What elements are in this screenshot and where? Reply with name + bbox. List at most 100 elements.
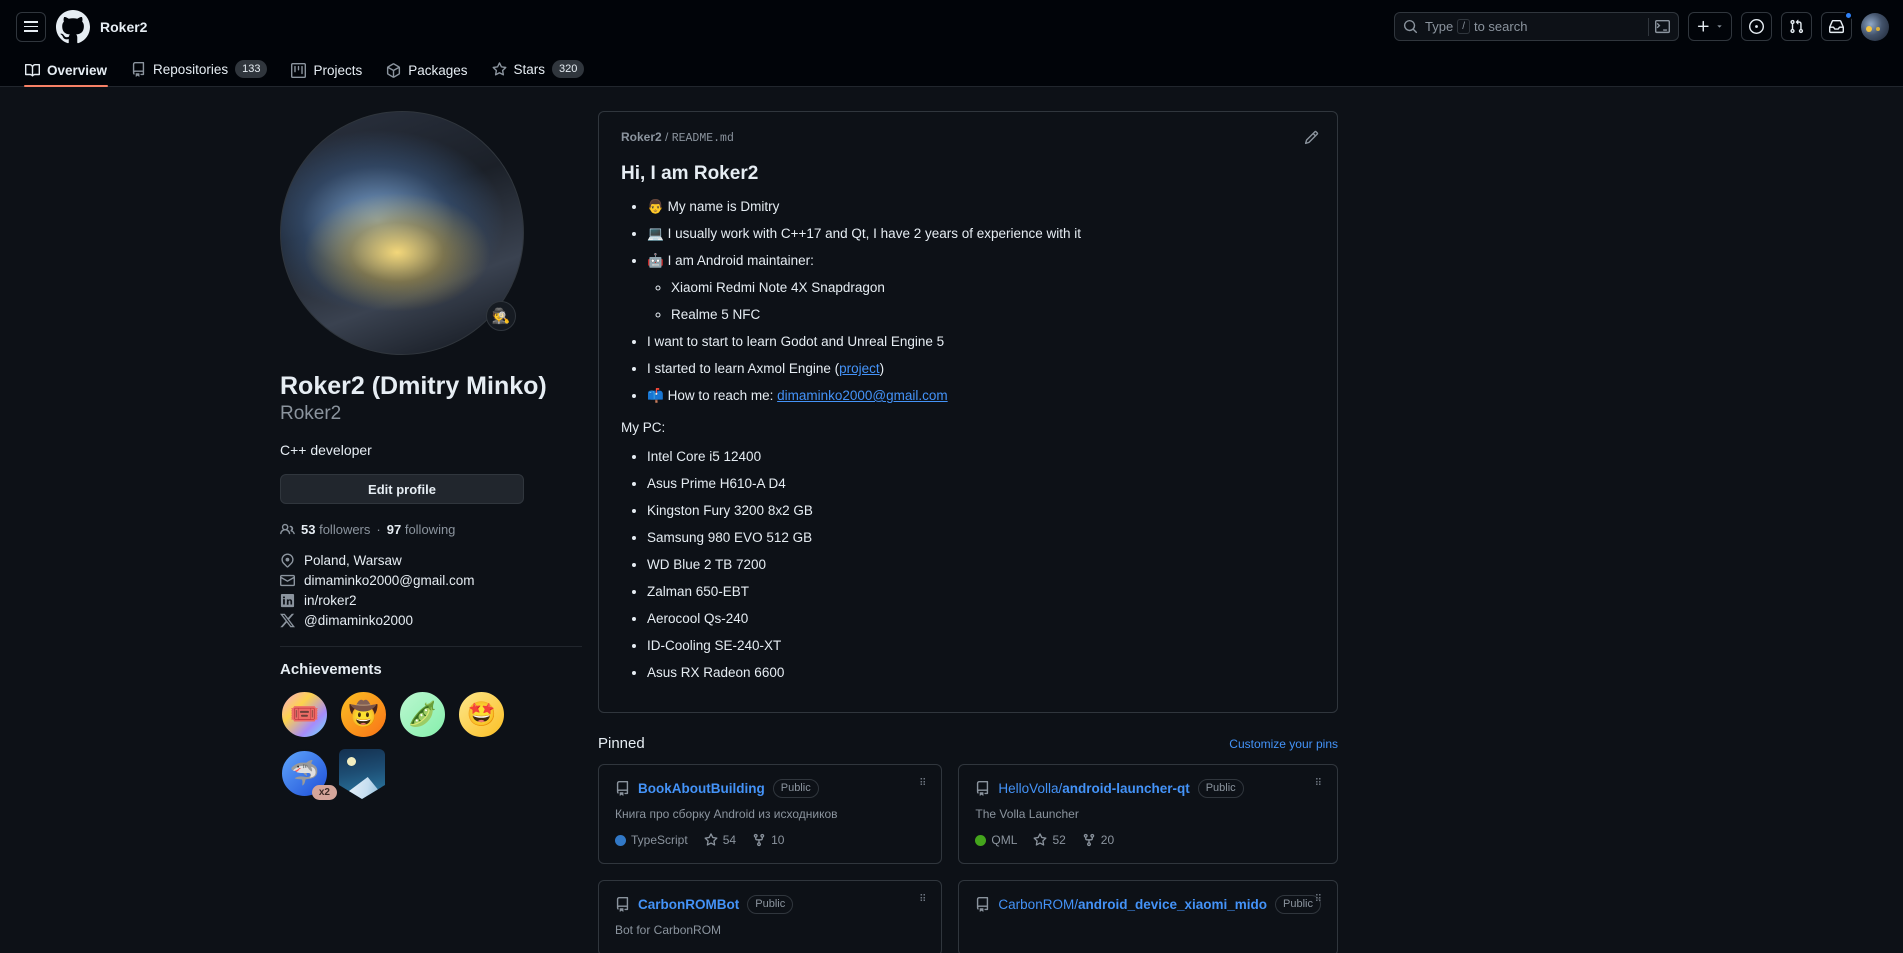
pinned-card: BookAboutBuilding Public ⠿ Книга про сбо… bbox=[598, 764, 943, 864]
edit-readme-pencil-icon[interactable] bbox=[1304, 130, 1319, 145]
followers-count: 53 bbox=[301, 522, 316, 537]
pinned-repo-name: android-launcher-qt bbox=[1062, 781, 1190, 796]
repo-icon bbox=[977, 781, 989, 796]
readme-owner[interactable]: Roker2 bbox=[621, 130, 662, 144]
drag-handle-icon[interactable]: ⠿ bbox=[919, 895, 927, 905]
pair-extraordinaire-badge[interactable]: 🫛 bbox=[398, 690, 447, 739]
status-emoji-button[interactable]: 🕵️ bbox=[486, 301, 516, 331]
axmol-project-link[interactable]: project bbox=[839, 361, 880, 376]
tab-overview[interactable]: Overview bbox=[16, 63, 116, 87]
followers-link[interactable]: 53 followers bbox=[301, 522, 370, 537]
terminal-icon[interactable] bbox=[1655, 19, 1670, 34]
readme-device-sublist: Xiaomi Redmi Note 4X Snapdragon Realme 5… bbox=[647, 278, 1315, 325]
tab-projects[interactable]: Projects bbox=[282, 63, 371, 86]
pinned-stars[interactable]: 52 bbox=[1033, 833, 1066, 847]
profile-main-column: Roker2 / README.md Hi, I am Roker2 👨 My … bbox=[598, 111, 1338, 953]
pc-item: Asus RX Radeon 6600 bbox=[647, 663, 1315, 683]
notifications-button[interactable] bbox=[1821, 11, 1853, 41]
contact-email[interactable]: dimaminko2000@gmail.com bbox=[280, 573, 582, 588]
quickdraw-badge[interactable]: 🤠 bbox=[339, 690, 388, 739]
search-icon bbox=[1403, 19, 1418, 34]
header-owner-name[interactable]: Roker2 bbox=[100, 19, 147, 35]
readme-item-name-text: My name is Dmitry bbox=[667, 199, 780, 214]
github-logo-icon[interactable] bbox=[56, 9, 90, 44]
yolo-badge[interactable]: 🎟️ bbox=[280, 690, 329, 739]
pinned-star-count: 52 bbox=[1052, 833, 1066, 847]
name-block: Roker2 (Dmitry Minko) Roker2 bbox=[280, 371, 582, 426]
pinned-section-header: Pinned Customize your pins bbox=[598, 735, 1338, 752]
tab-packages[interactable]: Packages bbox=[377, 63, 476, 86]
create-new-button[interactable] bbox=[1688, 12, 1732, 41]
sidebar-divider bbox=[280, 646, 582, 647]
search-input[interactable]: Type / to search bbox=[1394, 12, 1679, 41]
issues-button[interactable] bbox=[1741, 12, 1772, 41]
pinned-card: CarbonROM/android_device_xiaomi_mido Pub… bbox=[958, 880, 1338, 953]
search-divider bbox=[1648, 17, 1649, 36]
pc-item: WD Blue 2 TB 7200 bbox=[647, 555, 1315, 575]
pinned-forks[interactable]: 10 bbox=[752, 833, 784, 847]
repo-icon bbox=[977, 897, 989, 912]
pinned-repo-owner: CarbonROM/ bbox=[998, 897, 1078, 912]
profile-readme-card: Roker2 / README.md Hi, I am Roker2 👨 My … bbox=[598, 111, 1338, 713]
customize-pins-link[interactable]: Customize your pins bbox=[1229, 737, 1338, 751]
contact-x-twitter[interactable]: @dimaminko2000 bbox=[280, 613, 582, 628]
followers-row: 53 followers · 97 following bbox=[280, 522, 582, 537]
pinned-repo-link[interactable]: BookAboutBuilding bbox=[638, 781, 765, 796]
contact-location: Poland, Warsaw bbox=[280, 553, 582, 568]
profile-sidebar: 🕵️ Roker2 (Dmitry Minko) Roker2 C++ deve… bbox=[280, 111, 598, 953]
starstruck-badge[interactable]: 🤩 bbox=[457, 690, 506, 739]
readme-path-separator: / bbox=[665, 130, 669, 144]
readme-email-link[interactable]: dimaminko2000@gmail.com bbox=[777, 388, 948, 403]
tab-repositories[interactable]: Repositories 133 bbox=[122, 60, 276, 86]
pinned-fork-count: 10 bbox=[771, 833, 785, 847]
pinned-meta-row: QML 52 20 bbox=[975, 833, 1321, 847]
readme-filename[interactable]: README bbox=[672, 132, 713, 145]
contact-linkedin-text: in/roker2 bbox=[304, 593, 357, 608]
readme-mypc-heading: My PC: bbox=[621, 420, 666, 435]
pull-requests-button[interactable] bbox=[1781, 12, 1812, 41]
user-avatar-button[interactable] bbox=[1861, 12, 1889, 41]
tab-overview-label: Overview bbox=[47, 63, 108, 78]
pinned-repo-link[interactable]: CarbonROMBot bbox=[638, 897, 739, 912]
pinned-description: Книга про сборку Android из исходников bbox=[615, 807, 838, 821]
readme-device-item: Xiaomi Redmi Note 4X Snapdragon bbox=[671, 278, 1315, 298]
pull-shark-badge[interactable]: 🦈 x2 bbox=[280, 749, 337, 800]
arctic-code-vault-badge[interactable] bbox=[339, 749, 385, 799]
contact-x-text: @dimaminko2000 bbox=[304, 613, 414, 628]
drag-handle-icon[interactable]: ⠿ bbox=[1315, 779, 1323, 789]
drag-handle-icon[interactable]: ⠿ bbox=[919, 779, 927, 789]
pull-shark-multiplier: x2 bbox=[311, 785, 337, 800]
readme-device-item: Realme 5 NFC bbox=[671, 305, 1315, 325]
following-link[interactable]: 97 following bbox=[387, 522, 456, 537]
pinned-card-header: HelloVolla/android-launcher-qt Public bbox=[975, 779, 1321, 798]
fork-icon bbox=[753, 833, 765, 847]
pinned-repo-link[interactable]: HelloVolla/android-launcher-qt bbox=[998, 781, 1189, 796]
pinned-language: TypeScript bbox=[615, 833, 688, 847]
readme-extension: .md bbox=[713, 132, 734, 145]
pinned-star-count: 54 bbox=[722, 833, 737, 847]
language-color-dot bbox=[615, 834, 626, 846]
pinned-fork-count: 20 bbox=[1100, 833, 1115, 847]
edit-profile-button[interactable]: Edit profile bbox=[280, 474, 524, 504]
pc-item: ID-Cooling SE-240-XT bbox=[647, 636, 1315, 656]
contact-list: Poland, Warsaw dimaminko2000@gmail.com i… bbox=[280, 553, 582, 628]
chevron-down-icon bbox=[1717, 25, 1722, 28]
contact-linkedin[interactable]: in/roker2 bbox=[280, 593, 582, 608]
drag-handle-icon[interactable]: ⠿ bbox=[1315, 895, 1323, 905]
inbox-icon bbox=[1829, 19, 1844, 34]
readme-item-maintainer: 🤖 I am Android maintainer: Xiaomi Redmi … bbox=[647, 251, 1315, 325]
pc-item: Samsung 980 EVO 512 GB bbox=[647, 528, 1315, 548]
hamburger-menu-icon[interactable] bbox=[16, 11, 46, 42]
pinned-visibility-badge: Public bbox=[747, 895, 794, 914]
plus-icon bbox=[1697, 20, 1709, 32]
readme-pc-list: Intel Core i5 12400 Asus Prime H610-A D4… bbox=[621, 447, 1315, 683]
pinned-language-label: TypeScript bbox=[631, 833, 688, 847]
pc-item: Asus Prime H610-A D4 bbox=[647, 474, 1315, 494]
achievements-title: Achievements bbox=[280, 661, 382, 678]
pinned-repo-link[interactable]: CarbonROM/android_device_xiaomi_mido bbox=[998, 897, 1267, 912]
search-placeholder-text: Type / to search bbox=[1425, 19, 1648, 34]
profile-nav-tabs: Overview Repositories 133 Projects Packa… bbox=[0, 53, 1903, 87]
pinned-stars[interactable]: 54 bbox=[704, 833, 736, 847]
pinned-forks[interactable]: 20 bbox=[1082, 833, 1114, 847]
tab-stars[interactable]: Stars 320 bbox=[483, 60, 594, 86]
